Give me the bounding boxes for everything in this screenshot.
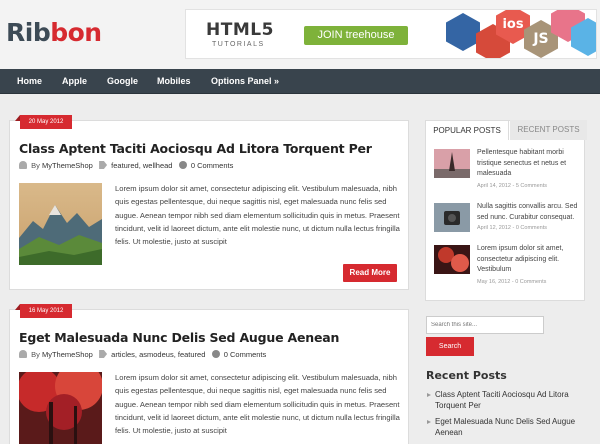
post-author[interactable]: MyThemeShop (42, 350, 93, 359)
popular-post-title[interactable]: Pellentesque habitant morbi tristique se… (477, 148, 585, 180)
post-card: 16 May 2012 Eget Malesuada Nunc Delis Se… (9, 304, 409, 444)
post-date-badge: 20 May 2012 (15, 115, 72, 129)
post-meta: By MyThemeShop articles, asmodeus, featu… (19, 350, 266, 359)
post-comments[interactable]: 0 Comments (191, 161, 234, 170)
comment-icon (211, 350, 220, 358)
recent-post-link[interactable]: Eget Malesuada Nunc Delis Sed Augue Aene… (426, 416, 596, 438)
post-author[interactable]: MyThemeShop (42, 161, 93, 170)
popular-post-date: May 16, 2012 - 0 Comments (477, 279, 547, 285)
nav-item-apple[interactable]: Apple (62, 69, 87, 94)
author-prefix: By (31, 161, 40, 170)
post-excerpt: Lorem ipsum dolor sit amet, consectetur … (115, 373, 400, 436)
post-excerpt: Lorem ipsum dolor sit amet, consectetur … (115, 184, 400, 247)
banner-subline: TUTORIALS (212, 41, 265, 48)
tag-icon (99, 161, 108, 169)
tab-recent-posts[interactable]: RECENT POSTS (510, 120, 587, 140)
popular-post-thumbnail[interactable] (434, 149, 470, 178)
sidebar-tabs-widget: POPULAR POSTS RECENT POSTS Pellentesque … (425, 120, 587, 301)
post-tags[interactable]: featured, wellhead (111, 161, 172, 170)
user-icon (19, 350, 27, 358)
popular-post-thumbnail[interactable] (434, 245, 470, 274)
search-input[interactable] (426, 316, 544, 334)
post-thumbnail[interactable] (19, 372, 102, 444)
post-meta: By MyThemeShop featured, wellhead 0 Comm… (19, 161, 233, 170)
recent-posts-heading: Recent Posts (426, 369, 507, 382)
main-nav: Home Apple Google Mobiles Options Panel … (0, 69, 600, 94)
search-button[interactable]: Search (426, 337, 474, 356)
post-tags[interactable]: articles, asmodeus, featured (111, 350, 205, 359)
logo-text-part1: Rib (6, 18, 51, 47)
nav-item-google[interactable]: Google (107, 69, 138, 94)
ad-banner[interactable]: HTML5 TUTORIALS JOIN treehouse ios JS (185, 9, 597, 59)
popular-post-date: April 14, 2012 - 5 Comments (477, 183, 548, 189)
nav-item-mobiles[interactable]: Mobiles (157, 69, 191, 94)
post-thumbnail[interactable] (19, 183, 102, 265)
banner-headline: HTML5 (206, 20, 274, 40)
post-title[interactable]: Class Aptent Taciti Aociosqu Ad Litora T… (19, 141, 372, 156)
user-icon (19, 161, 27, 169)
post-title[interactable]: Eget Malesuada Nunc Delis Sed Augue Aene… (19, 330, 339, 345)
nav-item-options-panel[interactable]: Options Panel » (211, 69, 279, 94)
recent-post-link[interactable]: Class Aptent Taciti Aociosqu Ad Litora T… (426, 389, 596, 411)
eiffel-tower-icon (434, 149, 470, 178)
red-lights-icon (434, 245, 470, 274)
read-more-button[interactable]: Read More (343, 264, 397, 282)
post-card: 20 May 2012 Class Aptent Taciti Aociosqu… (9, 115, 409, 290)
banner-cta-button[interactable]: JOIN treehouse (304, 26, 408, 45)
nav-item-home[interactable]: Home (17, 69, 42, 94)
comment-icon (178, 161, 187, 169)
post-comments[interactable]: 0 Comments (224, 350, 267, 359)
camera-photo-icon (434, 203, 470, 232)
author-prefix: By (31, 350, 40, 359)
popular-post-date: April 12, 2012 - 0 Comments (477, 225, 548, 231)
site-logo[interactable]: Ribbon (6, 18, 102, 47)
mountain-landscape-icon (19, 183, 102, 265)
site-header: Ribbon HTML5 TUTORIALS JOIN treehouse io… (0, 0, 600, 69)
hex-decor-icon (446, 13, 480, 51)
red-autumn-trees-icon (19, 372, 102, 444)
popular-post-thumbnail[interactable] (434, 203, 470, 232)
logo-text-part2: bon (50, 18, 102, 47)
tag-icon (99, 350, 108, 358)
tab-popular-posts[interactable]: POPULAR POSTS (425, 120, 509, 140)
popular-post-title[interactable]: Nulla sagittis convallis arcu. Sed sed n… (477, 202, 585, 223)
popular-post-title[interactable]: Lorem ipsum dolor sit amet, consectetur … (477, 244, 585, 276)
post-date-badge: 16 May 2012 (15, 304, 72, 318)
